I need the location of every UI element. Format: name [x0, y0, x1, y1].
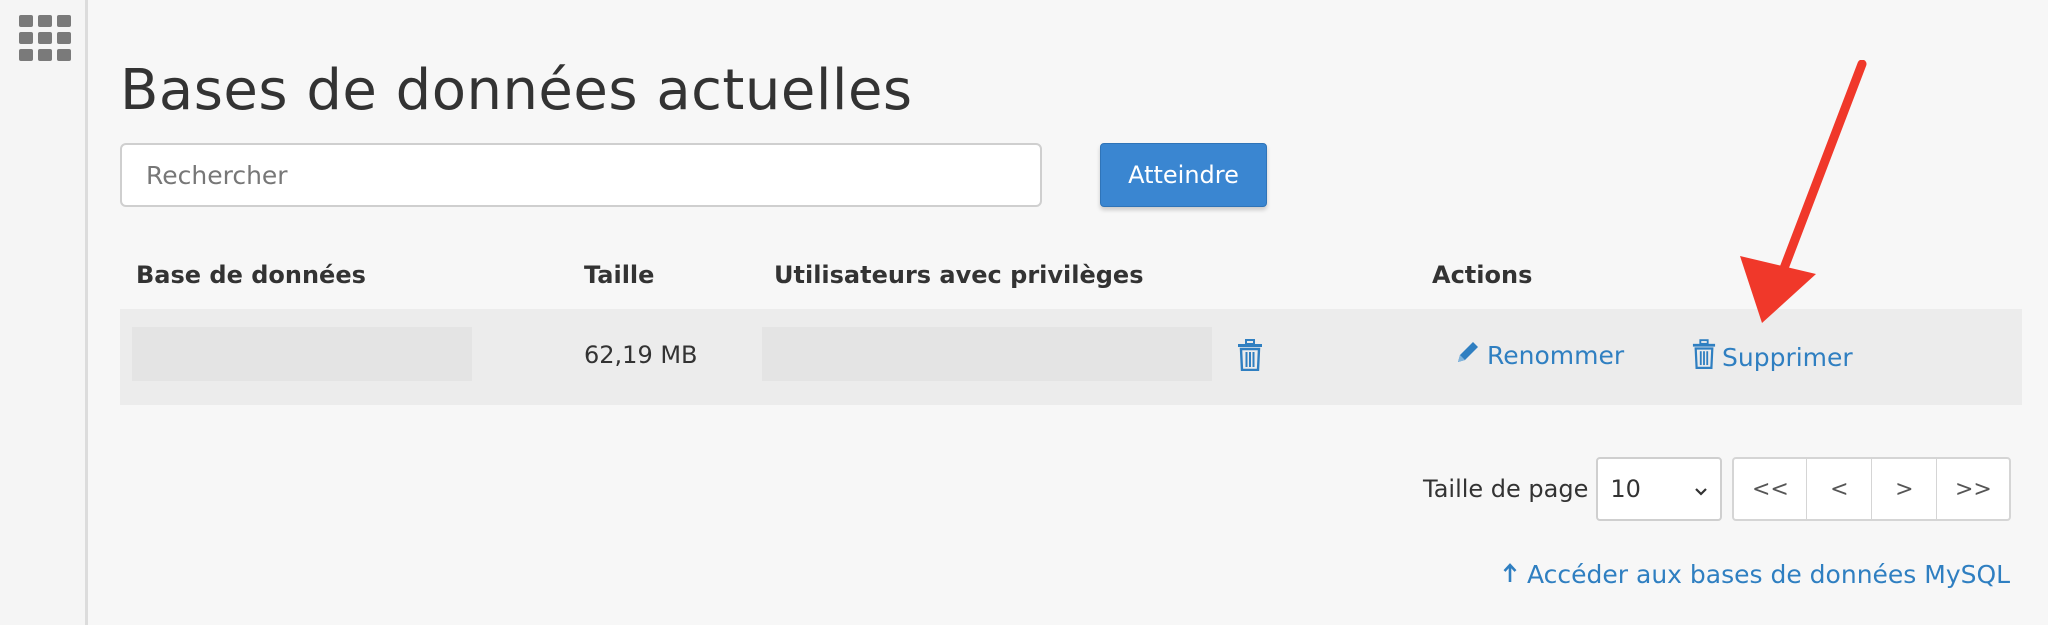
search-input[interactable] [120, 143, 1042, 207]
mysql-databases-link[interactable]: Accéder aux bases de données MySQL [1503, 560, 2010, 589]
page-size-value: 10 [1610, 475, 1641, 503]
rename-link[interactable]: Renommer [1455, 339, 1624, 371]
rename-label: Renommer [1487, 340, 1625, 370]
page-title: Bases de données actuelles [120, 58, 913, 123]
revoke-user-trash-icon[interactable] [1237, 339, 1263, 375]
previous-page-button[interactable]: < [1807, 459, 1873, 519]
column-header-size[interactable]: Taille [584, 261, 654, 289]
pagination: Taille de page 10 << < > >> [1423, 457, 2012, 521]
pager-buttons: << < > >> [1732, 457, 2012, 521]
red-arrow-annotation [1720, 59, 1870, 339]
page-size-select[interactable]: 10 [1596, 457, 1723, 521]
sidebar [0, 0, 88, 625]
arrow-up-icon [1503, 560, 1517, 589]
column-header-users: Utilisateurs avec privilèges [774, 261, 1144, 289]
column-header-actions: Actions [1432, 261, 1533, 289]
go-button[interactable]: Atteindre [1100, 143, 1267, 207]
next-page-button[interactable]: > [1872, 459, 1938, 519]
users-cell [762, 327, 1212, 381]
mysql-databases-link-label: Accéder aux bases de données MySQL [1527, 560, 2011, 589]
column-header-database[interactable]: Base de données [136, 261, 366, 289]
chevron-down-icon [1694, 475, 1708, 503]
last-page-button[interactable]: >> [1937, 459, 2009, 519]
delete-link[interactable]: Supprimer [1692, 339, 1853, 375]
database-size-cell: 62,19 MB [584, 341, 698, 369]
trash-icon [1692, 339, 1716, 375]
grid-icon[interactable] [19, 15, 75, 65]
pencil-icon [1455, 339, 1481, 371]
first-page-button[interactable]: << [1734, 459, 1808, 519]
database-name-cell [132, 327, 472, 381]
page-size-label: Taille de page [1423, 475, 1589, 503]
delete-label: Supprimer [1722, 342, 1853, 372]
